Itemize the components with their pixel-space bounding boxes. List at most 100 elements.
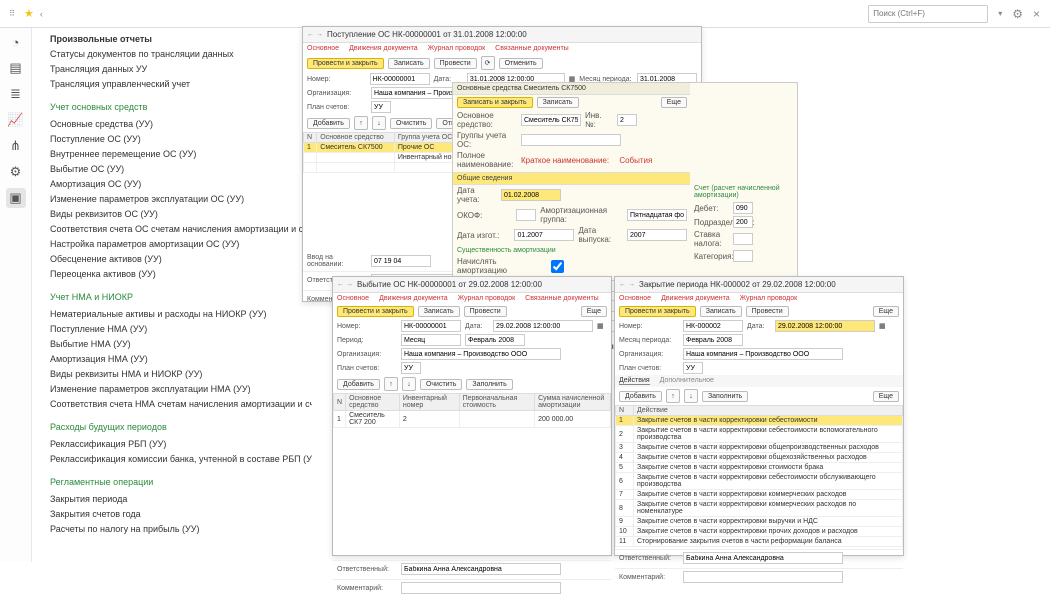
tree-item[interactable]: Произвольные отчеты xyxy=(50,32,304,47)
table-row[interactable]: 2Закрытие счетов в части корректировки с… xyxy=(616,426,903,443)
events-link[interactable]: События xyxy=(619,156,652,165)
dropdown-icon[interactable]: ▾ xyxy=(994,8,1006,20)
amgr-input[interactable] xyxy=(627,209,687,221)
write-button[interactable]: Записать xyxy=(388,58,430,69)
inv-input[interactable] xyxy=(617,114,637,126)
resp-input[interactable] xyxy=(401,563,561,575)
tab[interactable]: Движения документа xyxy=(349,45,418,52)
actions-table[interactable]: NДействие 1Закрытие счетов в части корре… xyxy=(615,405,903,547)
tab[interactable]: Журнал проводок xyxy=(428,45,485,52)
tree-item[interactable]: Внутреннее перемещение ОС (УУ) xyxy=(50,147,304,162)
org-input[interactable] xyxy=(683,348,843,360)
cancel-button[interactable]: Отменить xyxy=(499,58,543,69)
stav-input[interactable] xyxy=(733,233,753,245)
process-close-button[interactable]: Провести и закрыть xyxy=(619,306,696,317)
save-close-button[interactable]: Записать и закрыть xyxy=(457,97,533,108)
num-input[interactable] xyxy=(401,320,461,332)
tab[interactable]: Основное xyxy=(337,295,369,302)
okof-input[interactable] xyxy=(516,209,536,221)
down-icon[interactable]: ↓ xyxy=(402,377,416,391)
fwd-icon[interactable]: → xyxy=(316,31,323,38)
db-icon[interactable]: ≣ xyxy=(6,84,26,104)
chevron-left-icon[interactable]: ‹ xyxy=(40,9,43,19)
search-input[interactable] xyxy=(868,5,988,23)
more-button[interactable]: Еще xyxy=(581,306,607,317)
table-row[interactable]: 1Закрытие счетов в части корректировки с… xyxy=(616,416,903,426)
tree-item[interactable]: Выбытие ОС (УУ) xyxy=(50,162,304,177)
chart-icon[interactable]: 📈 xyxy=(6,110,26,130)
add-button[interactable]: Добавить xyxy=(307,118,350,129)
process-close-button[interactable]: Провести и закрыть xyxy=(307,58,384,69)
fill-button[interactable]: Заполнить xyxy=(466,379,512,390)
tree-item[interactable]: Амортизация НМА (УУ) xyxy=(50,352,304,367)
subtab[interactable]: Дополнительное xyxy=(660,377,714,385)
share-icon[interactable]: ⋔ xyxy=(6,136,26,156)
more2-button[interactable]: Еще xyxy=(873,391,899,402)
tree-item[interactable]: Основные средства (УУ) xyxy=(50,117,304,132)
subtab[interactable]: Действия xyxy=(619,377,650,385)
add-button[interactable]: Добавить xyxy=(619,391,662,402)
plan-input[interactable] xyxy=(683,362,703,374)
post-button[interactable]: Провести xyxy=(464,306,507,317)
period-input[interactable] xyxy=(683,334,743,346)
comm-input[interactable] xyxy=(683,571,843,583)
post-button[interactable]: Провести xyxy=(434,58,477,69)
apps-icon[interactable]: ⠿ xyxy=(6,8,18,20)
plan-input[interactable] xyxy=(371,101,391,113)
num-input[interactable] xyxy=(370,73,430,85)
tree-item[interactable]: Настройка параметров амортизации ОС (УУ) xyxy=(50,237,304,252)
tab[interactable]: Движения документа xyxy=(661,295,730,302)
tab[interactable]: Журнал проводок xyxy=(740,295,797,302)
down-icon[interactable]: ↓ xyxy=(372,116,386,130)
tree-item[interactable]: Амортизация ОС (УУ) xyxy=(50,177,304,192)
write-button[interactable]: Записать xyxy=(537,97,579,108)
tree-item[interactable]: Выбытие НМА (УУ) xyxy=(50,337,304,352)
num-input[interactable] xyxy=(683,320,743,332)
resp-input[interactable] xyxy=(683,552,843,564)
doc-icon[interactable]: ▤ xyxy=(6,58,26,78)
fwd-icon[interactable]: → xyxy=(628,281,635,288)
tree-item[interactable]: Трансляция управленческий учет xyxy=(50,77,304,92)
os-input[interactable] xyxy=(521,114,581,126)
clear-button[interactable]: Очистить xyxy=(420,379,462,390)
post-button[interactable]: Провести xyxy=(746,306,789,317)
cat-input[interactable] xyxy=(733,250,753,262)
star-icon[interactable]: ★ xyxy=(24,7,34,20)
date-picker-icon[interactable]: ▦ xyxy=(597,322,604,330)
close-icon[interactable]: × xyxy=(1029,7,1044,21)
deb-input[interactable] xyxy=(733,202,753,214)
settings-icon[interactable]: ⚙ xyxy=(6,162,26,182)
org-input[interactable] xyxy=(401,348,561,360)
comm-input[interactable] xyxy=(401,582,561,594)
clear-button[interactable]: Очистить xyxy=(390,118,432,129)
table-row[interactable]: 3Закрытие счетов в части корректировки о… xyxy=(616,443,903,453)
tree-item[interactable]: Поступление НМА (УУ) xyxy=(50,322,304,337)
back-icon[interactable]: ← xyxy=(619,281,626,288)
table-row[interactable]: 11Сторнирование закрытия счетов в части … xyxy=(616,537,903,547)
tree-item[interactable]: Изменение параметров эксплуатации НМА (У… xyxy=(50,382,304,397)
table-row[interactable]: 1Смеситель СК7 2002200 000.00 xyxy=(334,411,611,428)
back-icon[interactable]: ← xyxy=(337,281,344,288)
more-button[interactable]: Еще xyxy=(873,306,899,317)
pie-icon[interactable]: ◔ xyxy=(6,32,26,52)
amort-checkbox[interactable] xyxy=(551,260,564,273)
table-row[interactable]: 5Закрытие счетов в части корректировки с… xyxy=(616,463,903,473)
date-picker-icon[interactable]: ▦ xyxy=(879,322,886,330)
vyb-table[interactable]: NОсновное средствоИнвентарный номерПерво… xyxy=(333,393,611,428)
period-type-input[interactable] xyxy=(401,334,461,346)
tab[interactable]: Связанные документы xyxy=(525,295,599,302)
down-icon[interactable]: ↓ xyxy=(684,389,698,403)
vvod-input[interactable] xyxy=(371,255,431,267)
fwd-icon[interactable]: → xyxy=(346,281,353,288)
tree-item[interactable]: Поступление ОС (УУ) xyxy=(50,132,304,147)
up-icon[interactable]: ↑ xyxy=(384,377,398,391)
tree-item[interactable]: Реклассификация РБП (УУ) xyxy=(50,437,304,452)
tree-item[interactable]: Статусы документов по трансляции данных xyxy=(50,47,304,62)
more-button[interactable]: Еще xyxy=(661,97,687,108)
tree-item[interactable]: Обесценение активов (УУ) xyxy=(50,252,304,267)
tree-item[interactable]: Нематериальные активы и расходы на НИОКР… xyxy=(50,307,304,322)
izg-input[interactable] xyxy=(514,229,574,241)
write-button[interactable]: Записать xyxy=(418,306,460,317)
tab[interactable]: Движения документа xyxy=(379,295,448,302)
gear-icon[interactable]: ⚙ xyxy=(1012,7,1023,21)
